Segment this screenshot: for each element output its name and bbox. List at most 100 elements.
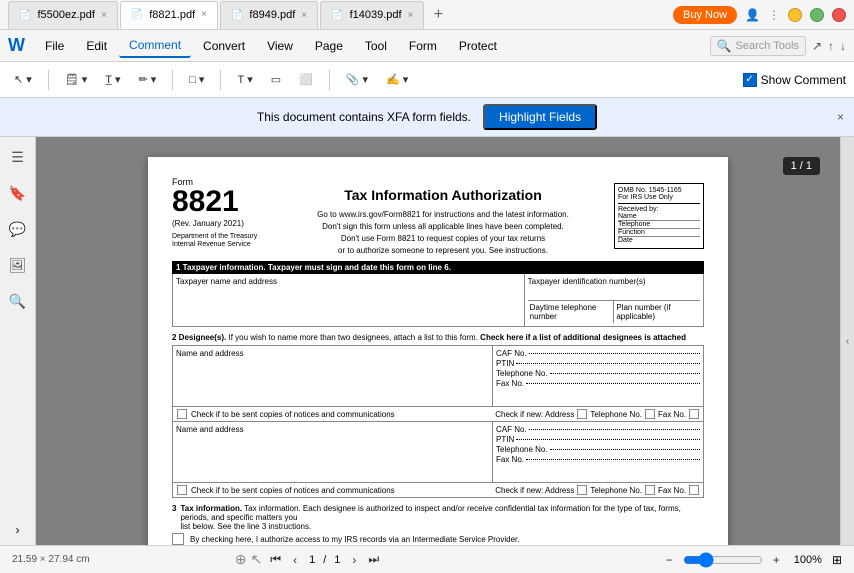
isp-checkbox[interactable] xyxy=(172,533,184,545)
pdf-icon-4: 📄 xyxy=(331,10,343,21)
pdf-document: Form 8821 (Rev. January 2021) Department… xyxy=(148,157,728,545)
nav-first-button[interactable]: ⏮ xyxy=(266,550,285,569)
sidebar-icon-bookmarks[interactable]: 🔖 xyxy=(6,181,30,205)
designee2-details: CAF No. PTIN Telephone No. Fax No. xyxy=(493,422,703,482)
menu-convert[interactable]: Convert xyxy=(193,35,255,57)
sticky-note-btn[interactable]: 🗒 ▾ xyxy=(59,70,94,89)
show-comment-area: Show Comment xyxy=(743,73,846,87)
zoom-out-button[interactable]: − xyxy=(662,551,677,569)
stamp-icon: ⬜ xyxy=(299,73,313,86)
draw-btn[interactable]: ✏ ▾ xyxy=(133,70,163,89)
section3-text-block: Tax information. Tax information. Each d… xyxy=(180,504,704,531)
caf-row2: CAF No. xyxy=(496,425,700,434)
tab-close-4[interactable]: × xyxy=(408,10,414,21)
menu-comment[interactable]: Comment xyxy=(119,34,191,58)
fit-page-icon[interactable]: ⊞ xyxy=(832,553,842,567)
menu-view[interactable]: View xyxy=(257,35,303,57)
attach-btn[interactable]: 📎 ▾ xyxy=(340,70,374,89)
highlight-fields-button[interactable]: Highlight Fields xyxy=(483,104,597,130)
hand-tool-icon[interactable]: ↖ xyxy=(251,551,263,568)
form-irs: Internal Revenue Service xyxy=(172,241,272,248)
check-new-tel1[interactable] xyxy=(645,409,655,419)
show-comment-check[interactable] xyxy=(743,73,757,87)
menu-form[interactable]: Form xyxy=(399,35,447,57)
check-new-addr2[interactable] xyxy=(577,485,587,495)
tab-f8821[interactable]: 📄 f8821.pdf × xyxy=(120,1,218,29)
search-label: Search Tools xyxy=(736,40,799,52)
sidebar-icon-pages[interactable]: ☰ xyxy=(6,145,30,169)
menu-page[interactable]: Page xyxy=(305,35,353,57)
highlight-btn[interactable]: T̲ ▾ xyxy=(99,70,126,89)
text-btn[interactable]: T ▾ xyxy=(231,70,258,89)
sidebar-icon-comments[interactable]: 💬 xyxy=(6,217,30,241)
check-new-fax1[interactable] xyxy=(689,409,699,419)
tab-f5500ez[interactable]: 📄 f5500ez.pdf × xyxy=(8,1,118,29)
section2-check-text: Check here if a list of additional desig… xyxy=(480,333,686,342)
user-icon: 👤 xyxy=(745,8,760,22)
show-comment-checkbox[interactable]: Show Comment xyxy=(743,73,846,87)
tel-label2: Telephone No. xyxy=(496,445,548,454)
sidebar-collapse[interactable]: › xyxy=(16,523,20,537)
cursor-tool-icon[interactable]: ⊕ xyxy=(235,551,247,568)
toolbar: ↖ ▾ 🗒 ▾ T̲ ▾ ✏ ▾ □ ▾ T ▾ ▭ ⬜ 📎 ▾ ✍ ▾ Sho xyxy=(0,62,854,98)
sidebar-icon-search[interactable]: 🔍 xyxy=(6,289,30,313)
section3-text: Tax information. Each designee is author… xyxy=(180,504,680,522)
irs-use-label: For IRS Use Only xyxy=(618,194,700,201)
shapes-btn[interactable]: □ ▾ xyxy=(183,70,210,89)
check-copies2-checkbox[interactable] xyxy=(177,485,187,495)
zoom-slider[interactable] xyxy=(683,552,763,568)
search-bar[interactable]: 🔍 Search Tools xyxy=(710,36,806,56)
menu-edit[interactable]: Edit xyxy=(76,35,117,57)
page-input[interactable]: 1 xyxy=(305,554,319,566)
tab-close-1[interactable]: × xyxy=(101,10,107,21)
function-line: Function xyxy=(618,229,700,237)
maximize-button[interactable] xyxy=(810,8,824,22)
nav-prev-button[interactable]: ‹ xyxy=(289,551,301,569)
new-tab-button[interactable]: + xyxy=(426,3,450,27)
toolbar-sep-2 xyxy=(172,70,173,90)
designee1-address: Name and address xyxy=(173,346,493,406)
fax-line1 xyxy=(526,383,700,384)
shapes-chevron: ▾ xyxy=(199,73,205,86)
buy-now-button[interactable]: Buy Now xyxy=(673,6,737,24)
minimize-button[interactable] xyxy=(788,8,802,22)
right-panel-toggle[interactable]: ‹ xyxy=(840,137,854,545)
signature-btn[interactable]: ✍ ▾ xyxy=(380,70,414,89)
check-new-tel2[interactable] xyxy=(645,485,655,495)
stamp-btn[interactable]: ⬜ xyxy=(293,70,319,89)
ptin-line2 xyxy=(516,439,700,440)
menu-bar: W File Edit Comment Convert View Page To… xyxy=(0,30,854,62)
toolbar-group1[interactable]: ↖ ▾ xyxy=(8,70,38,89)
nav-next-button[interactable]: › xyxy=(348,551,360,569)
tab-f14039[interactable]: 📄 f14039.pdf × xyxy=(320,1,424,29)
check-new-fax2[interactable] xyxy=(689,485,699,495)
fax-line2 xyxy=(526,459,700,460)
form-id-block: Form 8821 (Rev. January 2021) Department… xyxy=(172,177,272,257)
down-icon: ↓ xyxy=(840,39,846,53)
notification-close[interactable]: × xyxy=(837,110,844,124)
omb-number: OMB No. 1545-1165 xyxy=(618,187,700,194)
section2: 2 Designee(s). If you wish to name more … xyxy=(172,333,704,498)
menu-file[interactable]: File xyxy=(35,35,74,57)
section2-num: 2 xyxy=(172,333,179,342)
tab-f8949[interactable]: 📄 f8949.pdf × xyxy=(220,1,318,29)
area-btn[interactable]: ▭ xyxy=(265,70,287,89)
zoom-in-button[interactable]: + xyxy=(769,551,784,569)
main-area: ☰ 🔖 💬 🖼 🔍 › Form 8821 (Rev. January 2021… xyxy=(0,137,854,545)
attach-icon: 📎 xyxy=(346,73,360,86)
tab-close-2[interactable]: × xyxy=(201,9,207,20)
close-button[interactable] xyxy=(832,8,846,22)
tab-close-3[interactable]: × xyxy=(301,10,307,21)
highlight-chevron: ▾ xyxy=(115,73,121,86)
menu-protect[interactable]: Protect xyxy=(449,35,507,57)
designee2-row: Name and address CAF No. PTIN Telephone … xyxy=(172,422,704,483)
menu-tool[interactable]: Tool xyxy=(355,35,397,57)
tab-label-2: f8821.pdf xyxy=(149,9,195,21)
sidebar-icon-thumbnails[interactable]: 🖼 xyxy=(6,253,30,277)
nav-last-button[interactable]: ⏭ xyxy=(364,550,383,569)
check-new-addr1[interactable] xyxy=(577,409,587,419)
check-copies1-checkbox[interactable] xyxy=(177,409,187,419)
fax-label2b: Fax No. xyxy=(658,486,686,495)
cursor-icon: ↖ xyxy=(14,73,23,86)
taxpayer-name-cell: Taxpayer name and address xyxy=(173,274,525,326)
